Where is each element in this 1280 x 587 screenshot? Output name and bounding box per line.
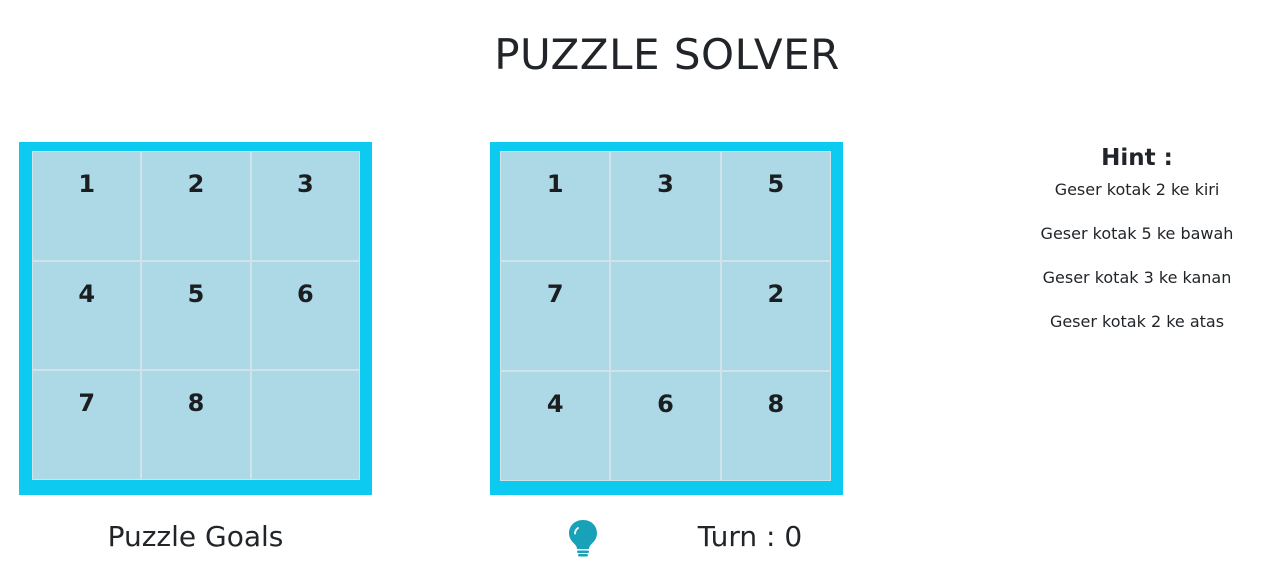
hint-panel: Hint : Geser kotak 2 ke kiri Geser kotak… bbox=[1016, 145, 1258, 355]
puzzle-tile[interactable]: 6 bbox=[610, 371, 721, 481]
hint-item: Geser kotak 2 ke kiri bbox=[1054, 180, 1220, 199]
hint-button[interactable] bbox=[566, 518, 600, 558]
goal-tile: 6 bbox=[250, 260, 360, 371]
goal-tile: 3 bbox=[250, 151, 360, 261]
hint-item: Geser kotak 5 ke bawah bbox=[1040, 224, 1234, 243]
lightbulb-icon bbox=[569, 520, 597, 557]
puzzle-goals-label: Puzzle Goals bbox=[107, 520, 284, 553]
puzzle-tile[interactable]: 4 bbox=[500, 371, 611, 481]
puzzle-tile[interactable]: 5 bbox=[720, 151, 831, 261]
puzzle-tile[interactable]: 2 bbox=[720, 261, 831, 371]
puzzle-tile[interactable]: 8 bbox=[720, 371, 831, 481]
puzzle-tile[interactable]: 7 bbox=[500, 261, 611, 371]
puzzle-board: 1 3 5 7 2 4 6 8 bbox=[490, 142, 843, 495]
goal-tile: 7 bbox=[32, 370, 142, 480]
puzzle-tile[interactable]: 1 bbox=[500, 151, 611, 261]
turn-counter: Turn : 0 bbox=[697, 520, 803, 553]
page-title: PUZZLE SOLVER bbox=[494, 30, 840, 79]
goal-board: 1 2 3 4 5 6 7 8 bbox=[19, 142, 372, 495]
goal-tile: 8 bbox=[141, 370, 251, 480]
goal-tile: 4 bbox=[32, 260, 142, 371]
goal-tile: 5 bbox=[141, 260, 251, 371]
hint-item: Geser kotak 2 ke atas bbox=[1049, 312, 1225, 331]
goal-tile: 2 bbox=[141, 151, 251, 261]
goal-grid: 1 2 3 4 5 6 7 8 bbox=[32, 151, 360, 480]
puzzle-grid: 1 3 5 7 2 4 6 8 bbox=[500, 151, 831, 481]
goal-tile-empty bbox=[250, 370, 360, 480]
goal-tile: 1 bbox=[32, 151, 142, 261]
hint-title: Hint : bbox=[1101, 145, 1173, 171]
hint-item: Geser kotak 3 ke kanan bbox=[1042, 268, 1232, 287]
puzzle-tile-empty[interactable] bbox=[610, 261, 721, 371]
puzzle-tile[interactable]: 3 bbox=[610, 151, 721, 261]
